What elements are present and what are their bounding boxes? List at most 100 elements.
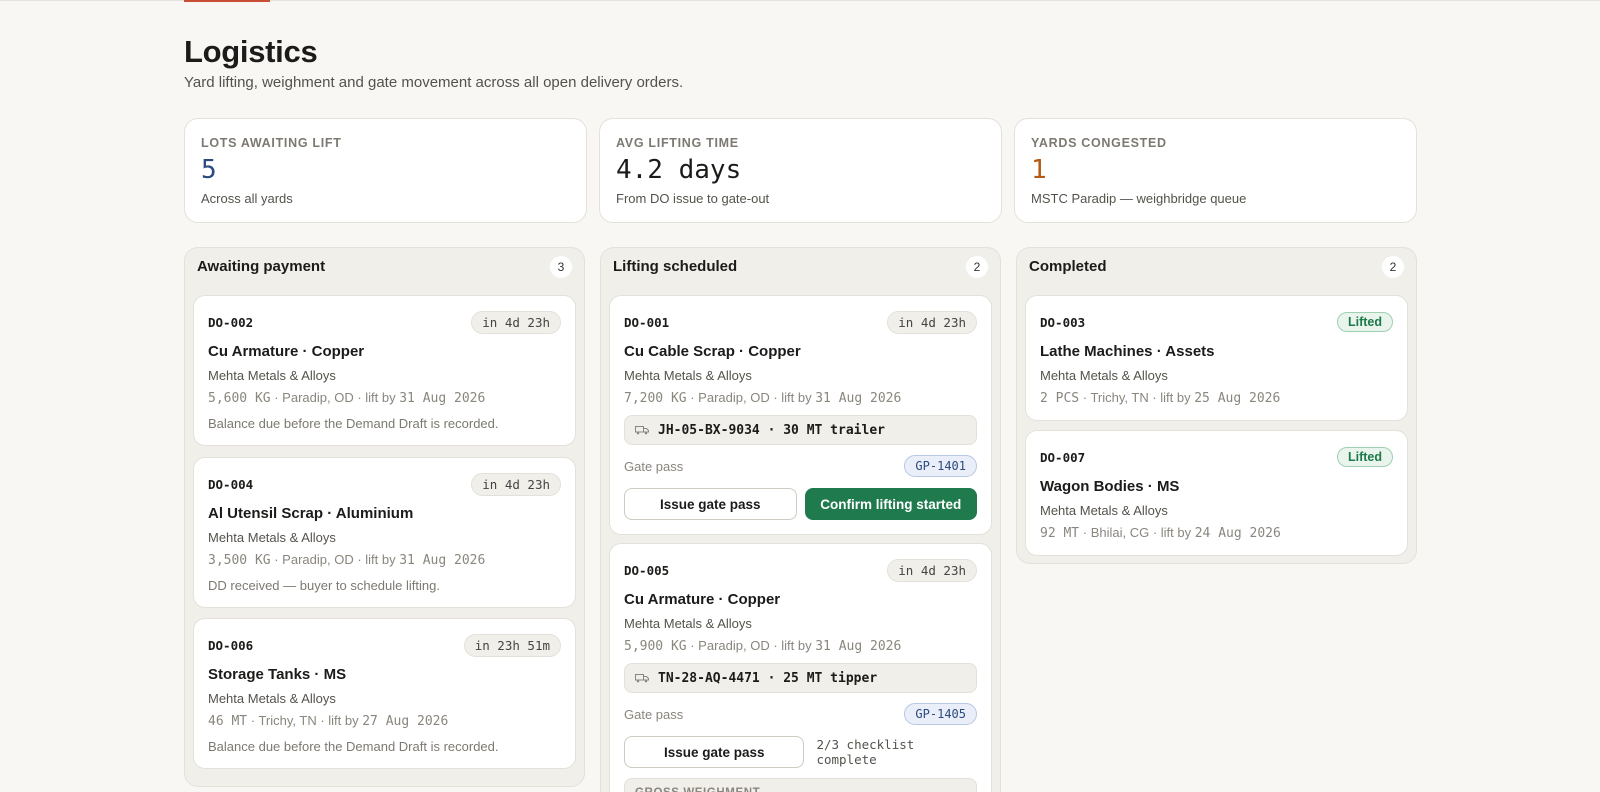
stat-sub: MSTC Paradip — weighbridge queue	[1031, 191, 1247, 206]
order-card-do-007[interactable]: DO-007 Lifted Wagon Bodies · MS Mehta Me…	[1025, 430, 1408, 556]
lot-title: Cu Armature · Copper	[208, 343, 365, 360]
column-completed: Completed 2 DO-003 Lifted Lathe Machines…	[1016, 247, 1417, 564]
column-lifting-scheduled: Lifting scheduled 2 DO-001 in 4d 23h Cu …	[600, 247, 1001, 792]
gross-weighment-section: GROSS WEIGHMENT	[624, 778, 977, 792]
column-count-badge: 2	[1382, 256, 1404, 278]
lot-location: · Paradip, OD · lift by	[270, 390, 400, 405]
buyer-name: Mehta Metals & Alloys	[208, 691, 336, 706]
order-id: DO-004	[208, 476, 254, 492]
stats-row: LOTS AWAITING LIFT 5 Across all yards AV…	[184, 118, 1417, 223]
lot-quantity: 5,900 KG	[624, 639, 687, 654]
lot-title: Wagon Bodies · MS	[1040, 478, 1180, 495]
lot-location: · Trichy, TN · lift by	[247, 713, 363, 728]
order-card-do-003[interactable]: DO-003 Lifted Lathe Machines · Assets Me…	[1025, 295, 1408, 421]
lot-location: · Trichy, TN · lift by	[1079, 390, 1195, 405]
lift-by-date: 31 Aug 2026	[815, 639, 902, 654]
timer-badge: in 23h 51m	[463, 633, 561, 657]
active-tab-indicator	[184, 0, 270, 2]
lot-quantity: 3,500 KG	[208, 553, 271, 568]
status-note: DD received — buyer to schedule lifting.	[208, 578, 440, 593]
lot-quantity: 7,200 KG	[624, 391, 687, 406]
gate-pass-label: Gate pass	[624, 706, 684, 722]
stat-value: 4.2 days	[616, 155, 742, 185]
lift-by-date: 31 Aug 2026	[815, 391, 902, 406]
kanban-board: Awaiting payment 3 DO-002 in 4d 23h Cu A…	[184, 247, 1417, 792]
status-note: Balance due before the Demand Draft is r…	[208, 416, 499, 431]
gate-pass-badge[interactable]: GP-1401	[904, 455, 977, 477]
buyer-name: Mehta Metals & Alloys	[1040, 503, 1168, 518]
column-count-badge: 3	[550, 256, 572, 278]
timer-badge: in 4d 23h	[471, 310, 561, 334]
order-id: DO-001	[624, 314, 670, 330]
stat-sub: Across all yards	[201, 191, 293, 206]
timer-badge: in 4d 23h	[887, 558, 977, 582]
lot-meta: 46 MT · Trichy, TN · lift by 27 Aug 2026	[208, 713, 561, 729]
order-card-do-004[interactable]: DO-004 in 4d 23h Al Utensil Scrap · Alum…	[193, 457, 576, 608]
checklist-progress: 2/3 checklist complete	[816, 737, 915, 767]
lot-meta: 5,600 KG · Paradip, OD · lift by 31 Aug …	[208, 390, 561, 406]
lot-title: Cu Armature · Copper	[624, 591, 781, 608]
column-header: Lifting scheduled 2	[601, 248, 1000, 286]
lot-quantity: 2 PCS	[1040, 391, 1080, 406]
stat-label: YARDS CONGESTED	[1031, 136, 1167, 150]
column-title: Completed	[1029, 258, 1107, 275]
lot-title: Storage Tanks · MS	[208, 666, 347, 683]
order-id: DO-006	[208, 637, 254, 653]
vehicle-details: TN-28-AQ-4471 · 25 MT tipper	[658, 670, 878, 686]
column-count-badge: 2	[966, 256, 988, 278]
column-title: Lifting scheduled	[613, 258, 738, 275]
lot-title: Cu Cable Scrap · Copper	[624, 343, 801, 360]
lot-location: · Paradip, OD · lift by	[270, 552, 400, 567]
stat-card-avg-lifting: AVG LIFTING TIME 4.2 days From DO issue …	[599, 118, 1002, 223]
truck-icon	[635, 426, 649, 435]
stat-label: AVG LIFTING TIME	[616, 136, 739, 150]
lot-location: · Paradip, OD · lift by	[686, 638, 816, 653]
buyer-name: Mehta Metals & Alloys	[1040, 368, 1168, 383]
issue-gate-pass-button[interactable]: Issue gate pass	[624, 736, 805, 768]
page-title: Logistics	[184, 34, 318, 69]
column-title: Awaiting payment	[197, 258, 326, 275]
order-card-do-005[interactable]: DO-005 in 4d 23h Cu Armature · Copper Me…	[609, 543, 992, 792]
gate-pass-label: Gate pass	[624, 458, 684, 474]
order-card-do-006[interactable]: DO-006 in 23h 51m Storage Tanks · MS Meh…	[193, 618, 576, 769]
lot-meta: 2 PCS · Trichy, TN · lift by 25 Aug 2026	[1040, 390, 1393, 406]
stat-sub: From DO issue to gate-out	[616, 191, 770, 206]
column-awaiting-payment: Awaiting payment 3 DO-002 in 4d 23h Cu A…	[184, 247, 585, 787]
vehicle-chip: JH-05-BX-9034 · 30 MT trailer	[624, 415, 977, 445]
gate-pass-badge[interactable]: GP-1405	[904, 703, 977, 725]
lot-quantity: 46 MT	[208, 714, 248, 729]
truck-icon	[635, 674, 649, 683]
order-id: DO-005	[624, 562, 670, 578]
lift-by-date: 31 Aug 2026	[399, 391, 486, 406]
order-id: DO-003	[1040, 314, 1086, 330]
lift-by-date: 31 Aug 2026	[399, 553, 486, 568]
stat-value: 1	[1031, 155, 1047, 185]
lot-quantity: 92 MT	[1040, 526, 1080, 541]
lot-meta: 92 MT · Bhilai, CG · lift by 24 Aug 2026	[1040, 525, 1393, 541]
stat-card-lots-awaiting: LOTS AWAITING LIFT 5 Across all yards	[184, 118, 587, 223]
buyer-name: Mehta Metals & Alloys	[208, 530, 336, 545]
order-id: DO-002	[208, 314, 254, 330]
lifted-status-badge: Lifted	[1336, 312, 1393, 332]
order-card-do-002[interactable]: DO-002 in 4d 23h Cu Armature · Copper Me…	[193, 295, 576, 446]
vehicle-chip: TN-28-AQ-4471 · 25 MT tipper	[624, 663, 977, 693]
lot-title: Lathe Machines · Assets	[1040, 343, 1215, 360]
stat-card-yards-congested: YARDS CONGESTED 1 MSTC Paradip — weighbr…	[1014, 118, 1417, 223]
timer-badge: in 4d 23h	[887, 310, 977, 334]
order-id: DO-007	[1040, 449, 1086, 465]
confirm-lifting-started-button[interactable]: Confirm lifting started	[804, 488, 977, 520]
lifted-status-badge: Lifted	[1336, 447, 1393, 467]
order-card-do-001[interactable]: DO-001 in 4d 23h Cu Cable Scrap · Copper…	[609, 295, 992, 535]
issue-gate-pass-button[interactable]: Issue gate pass	[624, 488, 797, 520]
column-header: Completed 2	[1017, 248, 1416, 286]
vehicle-details: JH-05-BX-9034 · 30 MT trailer	[658, 422, 885, 438]
lot-title: Al Utensil Scrap · Aluminium	[208, 505, 414, 522]
lot-meta: 3,500 KG · Paradip, OD · lift by 31 Aug …	[208, 552, 561, 568]
lot-quantity: 5,600 KG	[208, 391, 271, 406]
lift-by-date: 24 Aug 2026	[1194, 526, 1281, 541]
page-subtitle: Yard lifting, weighment and gate movemen…	[184, 74, 684, 91]
stat-label: LOTS AWAITING LIFT	[201, 136, 342, 150]
buyer-name: Mehta Metals & Alloys	[624, 616, 752, 631]
stat-value: 5	[201, 155, 217, 185]
lot-location: · Paradip, OD · lift by	[686, 390, 816, 405]
